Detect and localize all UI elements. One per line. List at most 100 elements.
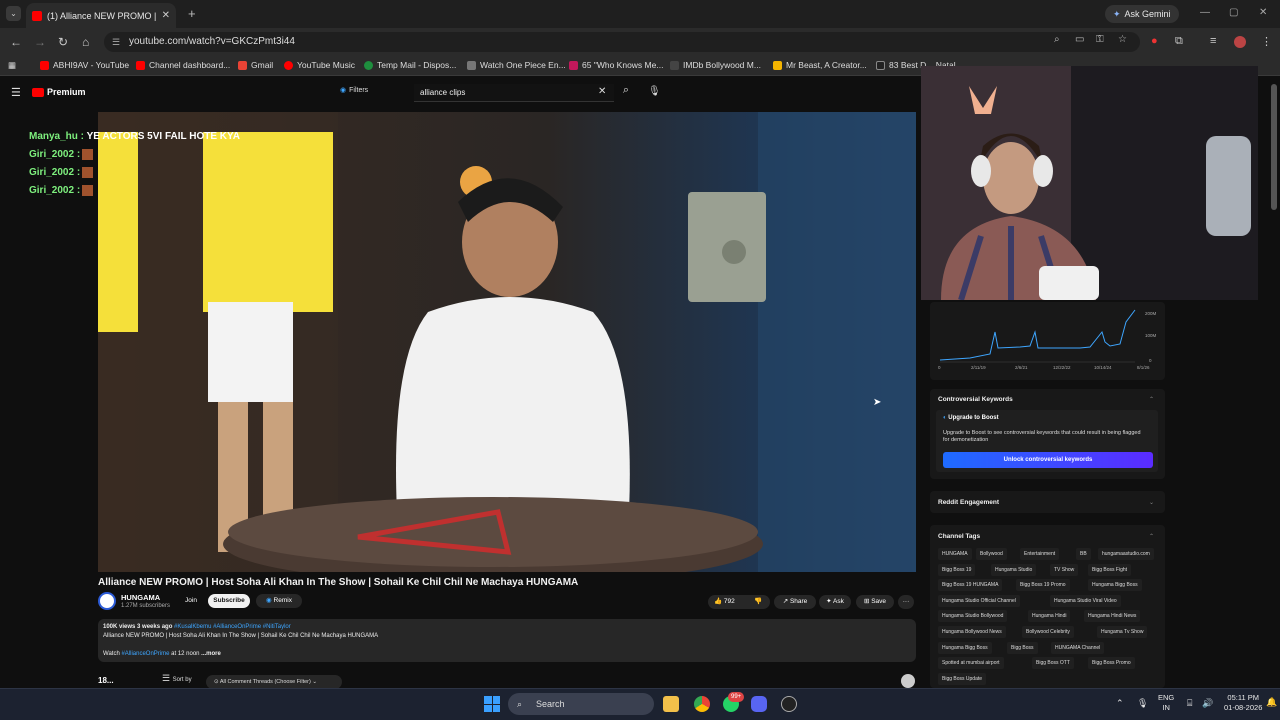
- search-icon[interactable]: ⌕: [617, 84, 635, 102]
- zoom-icon[interactable]: ⌕: [1054, 34, 1060, 45]
- like-icon[interactable]: 👍: [714, 598, 722, 605]
- user-avatar[interactable]: [901, 674, 915, 688]
- bookmark-item[interactable]: 65 "Who Knows Me...: [569, 60, 663, 70]
- obs-icon[interactable]: [781, 696, 797, 712]
- channel-tag[interactable]: Bigg Boss: [1007, 641, 1038, 654]
- bookmark-item[interactable]: YouTube Music: [284, 60, 355, 70]
- youtube-logo[interactable]: Premium: [32, 87, 86, 97]
- channel-tags-title[interactable]: Channel Tags: [938, 533, 980, 540]
- new-tab-button[interactable]: +: [188, 6, 196, 21]
- chevron-down-icon[interactable]: ⌄: [1149, 499, 1154, 506]
- video-description[interactable]: 100K views 3 weeks ago #KusalKbemu #Alli…: [98, 619, 916, 662]
- channel-tag[interactable]: Bollywood Celebrity: [1022, 626, 1074, 638]
- like-count[interactable]: 792: [724, 598, 735, 605]
- join-button[interactable]: Join: [178, 594, 204, 608]
- channel-tag[interactable]: Hungama Studio Viral Video: [1050, 594, 1121, 607]
- channel-tag[interactable]: Bollywood: [976, 548, 1007, 560]
- ask-button[interactable]: ✦ Ask: [819, 595, 851, 609]
- share-button[interactable]: ↗ Share: [774, 595, 816, 609]
- apps-grid-icon[interactable]: ▦: [8, 60, 16, 71]
- tab-close-icon[interactable]: ✕: [162, 10, 170, 21]
- home-icon[interactable]: ⌂: [82, 35, 89, 49]
- channel-tag[interactable]: HUNGAMA Channel: [1051, 641, 1105, 654]
- hamburger-menu-icon[interactable]: ☰: [11, 86, 21, 99]
- channel-tag[interactable]: Hungama Studio Bollywood: [938, 610, 1008, 623]
- channel-tag[interactable]: Bigg Boss Update: [938, 672, 987, 685]
- channel-tag[interactable]: Hungama Hindi News: [1084, 610, 1141, 623]
- channel-tag[interactable]: BB: [1076, 548, 1091, 560]
- reload-icon[interactable]: ↻: [58, 35, 68, 49]
- channel-tag[interactable]: Hungama Bigg Boss: [1088, 579, 1142, 592]
- channel-tag[interactable]: Hungama Studio Official Channel: [938, 594, 1020, 607]
- bookmark-item[interactable]: Channel dashboard...: [136, 60, 230, 70]
- channel-tag[interactable]: Hungama Bigg Boss: [938, 641, 992, 654]
- site-info-icon[interactable]: ☰: [112, 32, 120, 52]
- bookmark-star-icon[interactable]: ☆: [1118, 34, 1127, 45]
- channel-tag[interactable]: Hungama Bollywood News: [938, 626, 1006, 638]
- chevron-up-icon[interactable]: ⌃: [1149, 396, 1154, 403]
- password-key-icon[interactable]: ⚿: [1096, 34, 1104, 45]
- channel-tag[interactable]: Hungama Studio: [991, 563, 1037, 576]
- volume-icon[interactable]: 🔊: [1202, 698, 1213, 708]
- sort-by-button[interactable]: ☰ Sort by: [162, 673, 192, 684]
- bookmark-item[interactable]: Watch One Piece En...: [467, 60, 566, 70]
- microphone-tray-icon[interactable]: 🎙: [1137, 698, 1148, 708]
- channel-tag[interactable]: Spotted at mumbai airport: [938, 657, 1004, 670]
- hashtag-link[interactable]: #AllianceOnPrime: [121, 651, 169, 657]
- language-indicator[interactable]: ENG IN: [1158, 693, 1174, 713]
- tray-overflow-icon[interactable]: ⌃: [1116, 698, 1124, 708]
- taskbar-search[interactable]: ⌕ Search: [508, 693, 654, 715]
- discord-icon[interactable]: [751, 696, 767, 712]
- video-player[interactable]: [98, 112, 916, 572]
- channel-tag[interactable]: Bigg Boss Promo: [1088, 657, 1135, 670]
- channel-tag[interactable]: Bigg Boss 19: [938, 563, 976, 576]
- network-icon[interactable]: ⌸: [1187, 698, 1192, 708]
- channel-tag[interactable]: Bigg Boss Fight: [1088, 563, 1132, 576]
- channel-tag[interactable]: Bigg Boss OTT: [1032, 657, 1074, 670]
- clear-search-icon[interactable]: ✕: [598, 86, 606, 97]
- channel-tag[interactable]: TV Show: [1050, 563, 1079, 576]
- remix-button[interactable]: ◉ Remix: [256, 594, 302, 608]
- chevron-up-icon[interactable]: ⌃: [1149, 533, 1154, 540]
- notifications-icon[interactable]: 🔔: [1266, 697, 1277, 707]
- hashtags[interactable]: #KusalKbemu #AllianceOnPrime #NitiTaylor: [174, 624, 291, 630]
- minimize-icon[interactable]: —: [1200, 7, 1210, 18]
- cast-icon[interactable]: ▭: [1075, 34, 1084, 45]
- search-input[interactable]: alliance clips: [414, 84, 614, 102]
- ask-gemini-button[interactable]: ✦ Ask Gemini: [1105, 5, 1179, 23]
- maximize-icon[interactable]: ▢: [1229, 7, 1238, 18]
- channel-tag[interactable]: HUNGAMA: [938, 548, 972, 560]
- clock[interactable]: 05:11 PM 01-08-2026: [1224, 693, 1262, 713]
- media-controls-icon[interactable]: ≡: [1210, 35, 1216, 47]
- microphone-icon[interactable]: 🎙: [648, 86, 661, 97]
- close-window-icon[interactable]: ✕: [1259, 7, 1267, 18]
- filters-button[interactable]: ◉ Filters: [340, 86, 368, 95]
- channel-tag[interactable]: hungamaastudio.com: [1098, 548, 1154, 560]
- channel-tag[interactable]: Entertainment: [1020, 548, 1060, 560]
- bookmark-item[interactable]: IMDb Bollywood M...: [670, 60, 761, 70]
- channel-avatar[interactable]: [98, 592, 116, 610]
- channel-tag[interactable]: Bigg Boss 19 HUNGAMA: [938, 579, 1003, 592]
- comment-filter-dropdown[interactable]: ⊙ All Comment Threads (Choose Filter) ⌄: [206, 675, 342, 689]
- forward-icon[interactable]: →: [34, 35, 46, 49]
- channel-tag[interactable]: Hungama Hindi: [1028, 610, 1071, 623]
- chrome-icon[interactable]: [694, 696, 710, 712]
- channel-tag[interactable]: Bigg Boss 19 Promo: [1016, 579, 1070, 592]
- channel-tag[interactable]: Hungama Tv Show: [1097, 626, 1148, 638]
- back-icon[interactable]: ←: [10, 35, 22, 49]
- extensions-puzzle-icon[interactable]: ⧉: [1175, 35, 1183, 48]
- page-scrollbar[interactable]: [1271, 84, 1277, 210]
- extension-icon[interactable]: ●: [1151, 35, 1158, 47]
- windows-start-icon[interactable]: [484, 696, 500, 712]
- unlock-keywords-button[interactable]: Unlock controversial keywords: [943, 452, 1153, 468]
- controversial-keywords-title[interactable]: Controversial Keywords: [938, 396, 1013, 403]
- save-button[interactable]: ⊞ Save: [856, 595, 894, 609]
- address-bar[interactable]: ☰ youtube.com/watch?v=GKCzPmt3i44: [104, 32, 1140, 52]
- chrome-menu-icon[interactable]: ⋮: [1261, 35, 1272, 48]
- more-actions-button[interactable]: ···: [898, 595, 914, 609]
- bookmark-item[interactable]: Temp Mail - Dispos...: [364, 60, 456, 70]
- browser-tab-active[interactable]: (1) Alliance NEW PROMO | Host ✕: [26, 3, 176, 28]
- tab-search-button[interactable]: ⌄: [6, 6, 21, 21]
- channel-name[interactable]: HUNGAMA: [121, 593, 160, 602]
- profile-avatar[interactable]: [1234, 36, 1246, 48]
